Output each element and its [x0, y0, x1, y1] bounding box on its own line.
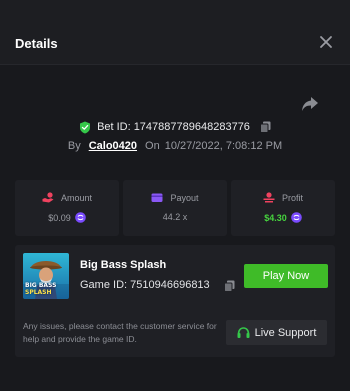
game-name: Big Bass Splash [80, 259, 167, 271]
amount-card: Amount $0.09 [15, 180, 119, 236]
profit-card: Profit $4.30 [231, 180, 335, 236]
game-card: BIG BASS SPLASH Big Bass Splash Game ID:… [15, 245, 335, 357]
amount-value: $0.09 [48, 212, 71, 223]
bet-id-label: Bet ID: [97, 121, 131, 133]
share-icon[interactable] [301, 96, 319, 112]
bet-id-value: 1747887789648283776 [133, 121, 250, 133]
by-label: By [67, 140, 81, 152]
dialog-title: Details [15, 36, 58, 51]
game-id-label: Game ID: [80, 279, 128, 291]
support-text: Any issues, please contact the customer … [23, 321, 217, 344]
game-thumbnail[interactable]: BIG BASS SPLASH [23, 253, 69, 299]
play-now-button[interactable]: Play Now [244, 264, 328, 288]
live-support-label: Live Support [254, 326, 317, 339]
game-id-value: 7510946696813 [130, 279, 210, 291]
thumb-text-1: BIG BASS [25, 282, 57, 289]
amount-label: Amount [60, 192, 93, 203]
payout-label: Payout [170, 192, 199, 203]
close-icon[interactable] [318, 34, 334, 50]
profit-label: Profit [281, 192, 303, 203]
coin-icon [290, 212, 302, 223]
headset-icon [237, 326, 250, 338]
coins-up-icon [263, 192, 275, 203]
payout-value: 44.2 x [162, 212, 188, 222]
coin-icon [74, 212, 86, 223]
copy-game-id-icon[interactable] [224, 280, 235, 292]
profit-value: $4.30 [264, 212, 287, 223]
hand-coins-icon [42, 192, 54, 203]
live-support-button[interactable]: Live Support [226, 320, 327, 345]
thumb-text-2: SPLASH [25, 289, 52, 296]
bet-author-line: By Calo0420 On 10/27/2022, 7:08:12 PM [0, 138, 350, 154]
payout-card: Payout 44.2 x [123, 180, 227, 236]
wallet-icon [151, 193, 163, 202]
bet-id-line: Bet ID: 1747887789648283776 [0, 119, 350, 135]
on-label: On [145, 140, 160, 152]
game-id-line: Game ID: 7510946696813 [80, 279, 210, 291]
copy-icon[interactable] [259, 121, 271, 133]
shield-check-icon [80, 121, 91, 133]
bet-date: 10/27/2022, 7:08:12 PM [164, 140, 283, 152]
user-link[interactable]: Calo0420 [89, 140, 137, 152]
